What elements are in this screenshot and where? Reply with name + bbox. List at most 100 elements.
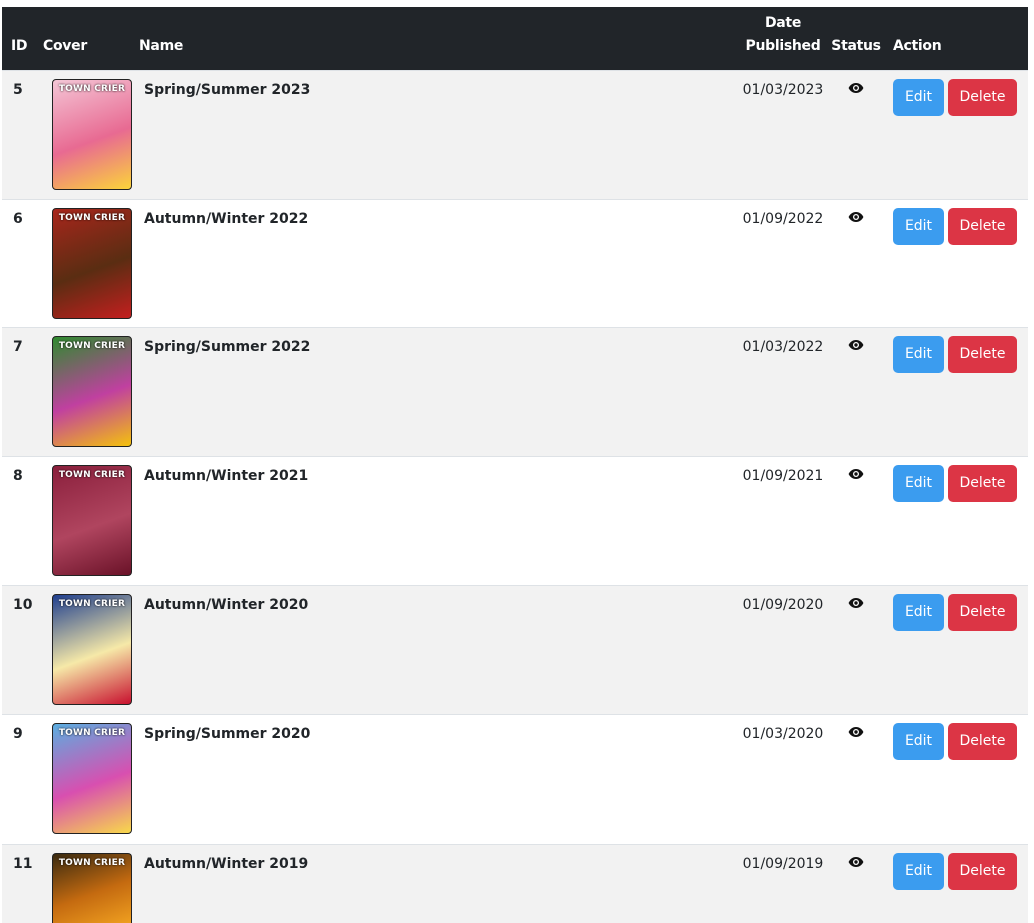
row-actions: Edit Delete	[885, 585, 1028, 714]
eye-icon[interactable]	[848, 468, 864, 484]
row-name: Autumn/Winter 2020	[144, 596, 309, 613]
row-cover-cell: TOWN CRIER	[43, 199, 139, 327]
eye-icon-svg	[848, 339, 864, 350]
cover-masthead: TOWN CRIER	[58, 469, 126, 480]
table-row: 5 TOWN CRIER Spring/Summer 2023 01/03/20…	[2, 70, 1028, 199]
row-cover-cell: TOWN CRIER	[43, 456, 139, 585]
header-date-published[interactable]: Date Published	[739, 7, 827, 70]
row-name: Autumn/Winter 2019	[144, 855, 309, 872]
eye-icon-svg	[848, 856, 864, 867]
header-row: ID Cover Name Date Published Status Actio…	[2, 7, 1028, 70]
row-id: 9	[13, 725, 23, 742]
cover-masthead: TOWN CRIER	[58, 83, 126, 94]
row-status[interactable]	[827, 456, 885, 585]
row-date-published: 01/03/2023	[742, 81, 824, 98]
header-date-line1: Date	[764, 14, 802, 31]
row-name: Spring/Summer 2020	[144, 725, 311, 742]
row-cover-cell: TOWN CRIER	[43, 844, 139, 923]
row-actions: Edit Delete	[885, 456, 1028, 585]
header-action: Action	[893, 37, 942, 54]
table-row: 7 TOWN CRIER Spring/Summer 2022 01/03/20…	[2, 327, 1028, 456]
delete-button[interactable]: Delete	[948, 464, 1017, 502]
row-status[interactable]	[827, 199, 885, 327]
eye-icon[interactable]	[848, 211, 864, 227]
row-actions: Edit Delete	[885, 714, 1028, 844]
row-date-published: 01/09/2019	[742, 855, 824, 872]
cover-masthead: TOWN CRIER	[58, 598, 126, 609]
row-id: 7	[13, 338, 23, 355]
row-actions: Edit Delete	[885, 844, 1028, 923]
eye-icon-svg	[848, 597, 864, 608]
eye-icon[interactable]	[848, 856, 864, 872]
cover-masthead: TOWN CRIER	[58, 212, 126, 223]
table-header: ID Cover Name Date Published Status Actio…	[2, 7, 1028, 70]
cover-masthead: TOWN CRIER	[58, 340, 126, 351]
row-cover-cell: TOWN CRIER	[43, 714, 139, 844]
eye-icon[interactable]	[848, 82, 864, 98]
row-status[interactable]	[827, 585, 885, 714]
header-cover[interactable]: Cover	[43, 7, 139, 70]
cover-thumbnail[interactable]: TOWN CRIER	[52, 852, 132, 923]
row-status[interactable]	[827, 844, 885, 923]
eye-icon-svg	[848, 468, 864, 479]
row-actions: Edit Delete	[885, 327, 1028, 456]
delete-button[interactable]: Delete	[948, 593, 1017, 631]
delete-button[interactable]: Delete	[948, 78, 1017, 116]
row-status[interactable]	[827, 70, 885, 199]
table-body: 5 TOWN CRIER Spring/Summer 2023 01/03/20…	[2, 70, 1028, 923]
row-status[interactable]	[827, 327, 885, 456]
row-cover-cell: TOWN CRIER	[43, 70, 139, 199]
cover-masthead: TOWN CRIER	[58, 857, 126, 868]
cover-thumbnail[interactable]: TOWN CRIER	[52, 207, 132, 319]
edit-button[interactable]: Edit	[893, 207, 944, 245]
edit-button[interactable]: Edit	[893, 464, 944, 502]
row-actions: Edit Delete	[885, 70, 1028, 199]
cover-thumbnail[interactable]: TOWN CRIER	[52, 335, 132, 447]
edit-button[interactable]: Edit	[893, 852, 944, 890]
row-date-published: 01/09/2021	[742, 467, 824, 484]
header-name[interactable]: Name	[139, 7, 739, 70]
header-date-line2: Published	[745, 37, 821, 54]
delete-button[interactable]: Delete	[948, 335, 1017, 373]
row-id: 5	[13, 81, 23, 98]
row-id: 6	[13, 210, 23, 227]
cover-thumbnail[interactable]: TOWN CRIER	[52, 78, 132, 190]
row-cover-cell: TOWN CRIER	[43, 327, 139, 456]
row-date-published: 01/09/2020	[742, 596, 824, 613]
edit-button[interactable]: Edit	[893, 335, 944, 373]
cover-thumbnail[interactable]: TOWN CRIER	[52, 464, 132, 576]
publications-table: ID Cover Name Date Published Status Actio…	[2, 7, 1028, 923]
row-cover-cell: TOWN CRIER	[43, 585, 139, 714]
table-row: 9 TOWN CRIER Spring/Summer 2020 01/03/20…	[2, 714, 1028, 844]
row-date-published: 01/03/2020	[742, 725, 824, 742]
eye-icon-svg	[848, 82, 864, 93]
cover-thumbnail[interactable]: TOWN CRIER	[52, 722, 132, 834]
header-status[interactable]: Status	[827, 7, 885, 70]
row-id: 11	[13, 855, 33, 872]
header-id[interactable]: ID	[2, 7, 43, 70]
row-name: Autumn/Winter 2022	[144, 210, 309, 227]
publications-page: ID Cover Name Date Published Status Actio…	[0, 0, 1034, 923]
eye-icon[interactable]	[848, 339, 864, 355]
row-name: Spring/Summer 2023	[144, 81, 311, 98]
row-actions: Edit Delete	[885, 199, 1028, 327]
delete-button[interactable]: Delete	[948, 852, 1017, 890]
table-row: 11 TOWN CRIER Autumn/Winter 2019 01/09/2…	[2, 844, 1028, 923]
eye-icon[interactable]	[848, 597, 864, 613]
table-row: 8 TOWN CRIER Autumn/Winter 2021 01/09/20…	[2, 456, 1028, 585]
eye-icon[interactable]	[848, 726, 864, 742]
cover-thumbnail[interactable]: TOWN CRIER	[52, 593, 132, 705]
edit-button[interactable]: Edit	[893, 78, 944, 116]
row-name: Autumn/Winter 2021	[144, 467, 309, 484]
cover-masthead: TOWN CRIER	[58, 727, 126, 738]
row-status[interactable]	[827, 714, 885, 844]
edit-button[interactable]: Edit	[893, 593, 944, 631]
row-name: Spring/Summer 2022	[144, 338, 311, 355]
table-row: 10 TOWN CRIER Autumn/Winter 2020 01/09/2…	[2, 585, 1028, 714]
edit-button[interactable]: Edit	[893, 722, 944, 760]
row-id: 10	[13, 596, 33, 613]
delete-button[interactable]: Delete	[948, 207, 1017, 245]
eye-icon-svg	[848, 211, 864, 222]
row-date-published: 01/09/2022	[742, 210, 824, 227]
delete-button[interactable]: Delete	[948, 722, 1017, 760]
